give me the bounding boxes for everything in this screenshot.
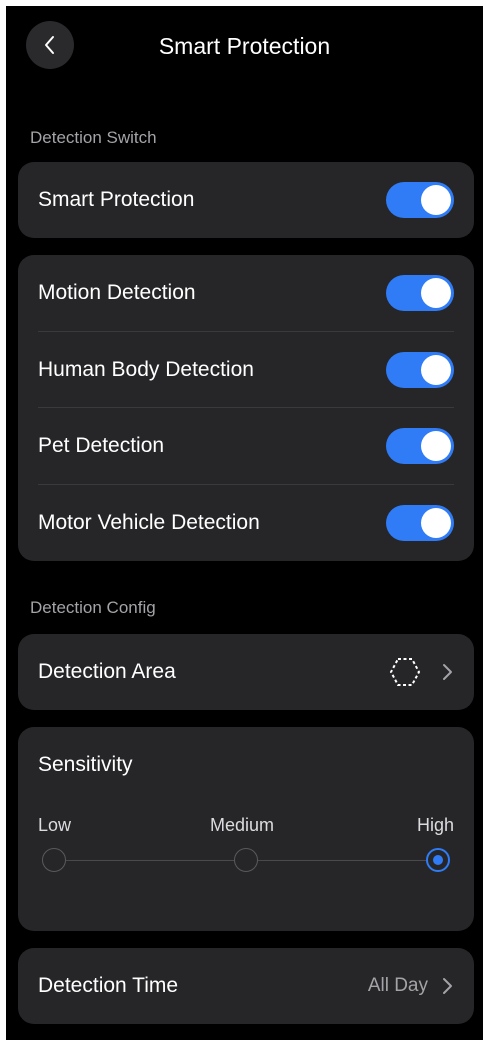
- chevron-right-icon: [443, 664, 452, 680]
- detection-time-label: Detection Time: [38, 974, 179, 997]
- detection-area-card[interactable]: Detection Area: [18, 634, 474, 710]
- toggle-knob: [421, 508, 451, 538]
- detection-area-label: Detection Area: [38, 660, 176, 683]
- sensitivity-stop-low[interactable]: [42, 848, 66, 872]
- app-window: Smart Protection Detection Switch Smart …: [6, 6, 483, 1040]
- detection-time-row[interactable]: Detection Time All Day: [38, 948, 454, 1024]
- sensitivity-title: Sensitivity: [38, 753, 133, 776]
- sensitivity-stop-medium[interactable]: [234, 848, 258, 872]
- chevron-right-icon: [443, 978, 452, 994]
- human-body-detection-toggle[interactable]: [386, 352, 454, 388]
- page-title: Smart Protection: [158, 33, 331, 59]
- sensitivity-stop-high[interactable]: [426, 848, 450, 872]
- section-label-detection-config: Detection Config: [30, 598, 156, 617]
- toggle-knob: [421, 355, 451, 385]
- motor-vehicle-detection-toggle[interactable]: [386, 505, 454, 541]
- screen: Smart Protection Detection Switch Smart …: [0, 0, 483, 1040]
- smart-protection-label: Smart Protection: [38, 188, 195, 211]
- pet-detection-row: Pet Detection: [38, 408, 454, 484]
- detection-time-card[interactable]: Detection Time All Day: [18, 948, 474, 1024]
- hexagon-area-icon: [389, 658, 421, 686]
- human-body-detection-label: Human Body Detection: [38, 358, 254, 381]
- motion-detection-label: Motion Detection: [38, 281, 196, 304]
- pet-detection-toggle[interactable]: [386, 428, 454, 464]
- sensitivity-card: Sensitivity Low Medium High: [18, 727, 474, 931]
- motor-vehicle-detection-row: Motor Vehicle Detection: [38, 485, 454, 561]
- sensitivity-high-label: High: [416, 815, 454, 835]
- motion-detection-toggle[interactable]: [386, 275, 454, 311]
- human-body-detection-row: Human Body Detection: [38, 332, 454, 408]
- toggle-knob: [421, 185, 451, 215]
- smart-protection-card: Smart Protection: [18, 162, 474, 238]
- smart-protection-toggle[interactable]: [386, 182, 454, 218]
- detection-area-row[interactable]: Detection Area: [38, 634, 454, 710]
- pet-detection-label: Pet Detection: [38, 434, 165, 457]
- motion-detection-row: Motion Detection: [38, 255, 454, 331]
- toggle-knob: [421, 431, 451, 461]
- smart-protection-row: Smart Protection: [38, 162, 454, 238]
- motor-vehicle-detection-label: Motor Vehicle Detection: [38, 511, 260, 534]
- sensitivity-low-label: Low: [38, 815, 72, 835]
- section-label-detection-switch: Detection Switch: [30, 128, 157, 147]
- sensitivity-medium-label: Medium: [210, 815, 275, 835]
- toggle-knob: [421, 278, 451, 308]
- detection-types-card: Motion Detection Human Body Detection Pe…: [18, 255, 474, 561]
- detection-time-value: All Day: [367, 975, 428, 996]
